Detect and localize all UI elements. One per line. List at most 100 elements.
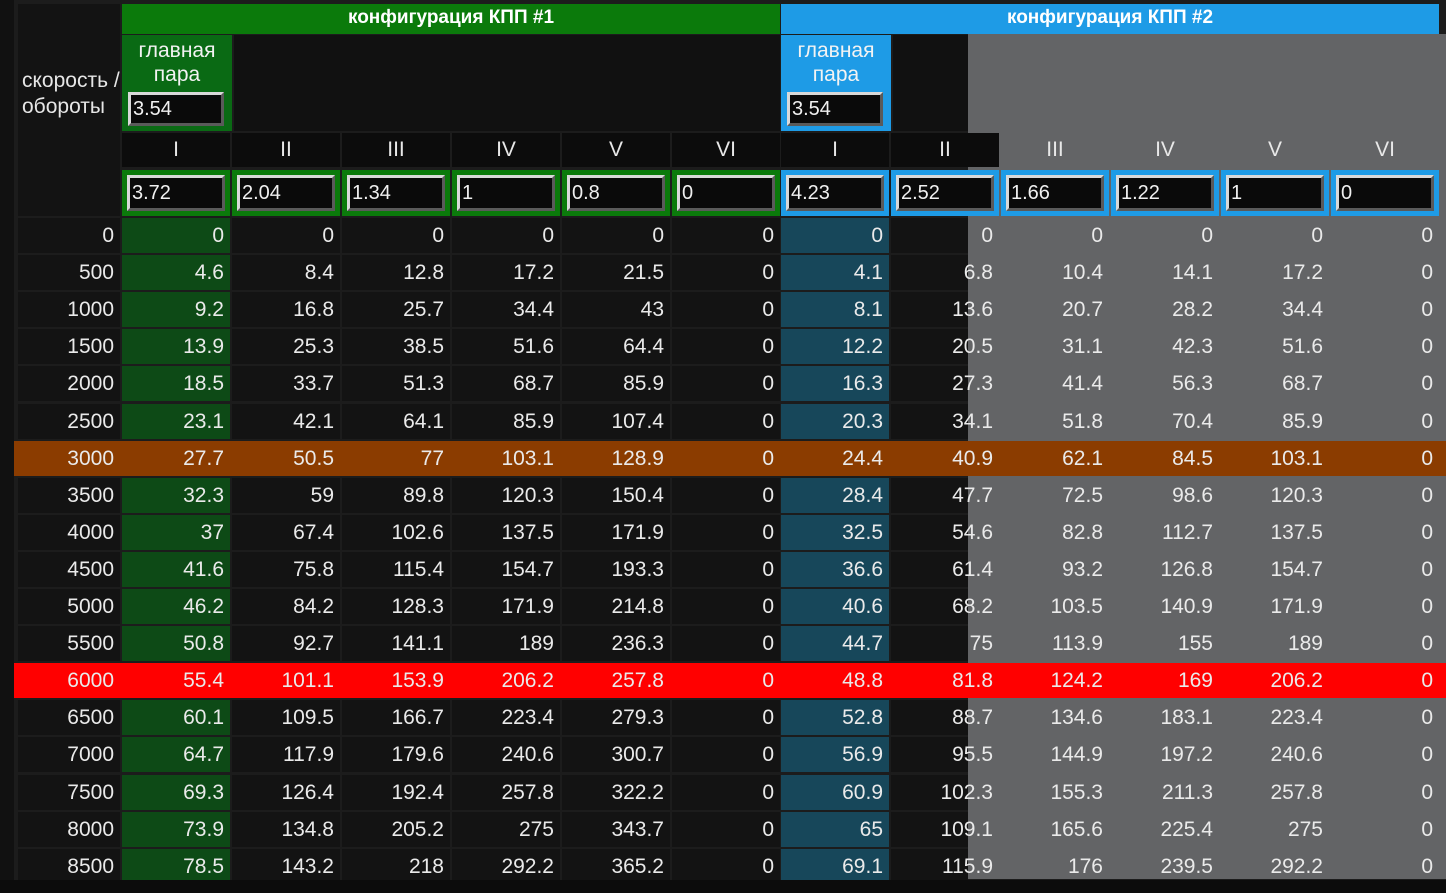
speed-cell: 12.2: [781, 329, 889, 364]
bottom-strip: [0, 880, 1446, 893]
config1-gear-3-ratio-input[interactable]: [347, 175, 445, 211]
rpm-cell: 6000: [67, 669, 114, 692]
config2-gear-2-ratio-cell: [891, 170, 999, 216]
speed-cell: 59: [232, 478, 340, 513]
rpm-cell: 3000: [67, 447, 114, 470]
speed-cell: 365.2: [562, 849, 670, 884]
config1-gear-4-label: IV: [452, 133, 560, 167]
config1-gear-6-ratio-cell: [672, 170, 780, 216]
speed-cell: 75.8: [232, 552, 340, 587]
speed-cell: 240.6: [1270, 743, 1323, 766]
config1-title: конфигурация КПП #1: [122, 4, 780, 34]
speed-cell: 143.2: [232, 849, 340, 884]
config1-final-drive-input[interactable]: [128, 92, 224, 126]
speed-cell: 31.1: [1062, 335, 1103, 358]
speed-cell: 109.5: [232, 700, 340, 735]
config1-gear-2-ratio-cell: [232, 170, 340, 216]
config2-gear-1-ratio-input[interactable]: [786, 175, 884, 211]
speed-cell: 0: [1421, 447, 1433, 470]
speed-cell: 0: [1421, 743, 1433, 766]
speed-cell: 32.3: [122, 478, 230, 513]
speed-cell: 0: [1421, 818, 1433, 841]
rpm-cell: 4500: [18, 552, 120, 587]
config2-gear-3-ratio-input[interactable]: [1006, 175, 1104, 211]
speed-cell: 206.2: [501, 669, 554, 692]
config2-gear-4-ratio-input[interactable]: [1116, 175, 1214, 211]
speed-cell: 120.3: [1270, 484, 1323, 507]
speed-cell: 34.1: [891, 404, 999, 439]
speed-cell: 16.3: [781, 366, 889, 401]
speed-cell: 61.4: [891, 552, 999, 587]
config2-final-drive-input[interactable]: [787, 92, 883, 126]
speed-cell: 27.7: [183, 447, 224, 470]
speed-cell: 257.8: [611, 669, 664, 692]
speed-cell: 171.9: [1270, 595, 1323, 618]
config1-gear-5-ratio-input[interactable]: [567, 175, 665, 211]
speed-cell: 0: [1421, 521, 1433, 544]
speed-cell: 0: [672, 478, 780, 513]
speed-cell: 46.2: [122, 589, 230, 624]
speed-cell: 155: [1177, 632, 1213, 655]
rpm-cell: 7500: [18, 775, 120, 810]
config1-gear-6-label: VI: [672, 133, 780, 167]
speed-cell: 89.8: [342, 478, 450, 513]
speed-cell: 34.4: [452, 292, 560, 327]
speed-cell: 141.1: [342, 626, 450, 661]
config1-gear-2-ratio-input[interactable]: [237, 175, 335, 211]
speed-cell: 300.7: [562, 737, 670, 772]
speed-rpm-label: скорость / обороты: [22, 69, 120, 118]
speed-cell: 322.2: [562, 775, 670, 810]
rpm-cell: 3500: [18, 478, 120, 513]
speed-cell: 8.4: [232, 255, 340, 290]
config2-final-drive-label: главная пара: [797, 39, 875, 86]
speed-cell: 0: [1421, 595, 1433, 618]
left-edge: [0, 0, 14, 893]
speed-cell: 128.3: [342, 589, 450, 624]
speed-cell: 60.9: [781, 775, 889, 810]
speed-cell: 126.4: [232, 775, 340, 810]
config1-gear-5-ratio-cell: [562, 170, 670, 216]
config1-gear-1-label: I: [122, 133, 230, 167]
speed-cell: 23.1: [122, 404, 230, 439]
rpm-cell: 5000: [18, 589, 120, 624]
speed-cell: 107.4: [562, 404, 670, 439]
speed-cell: 40.6: [781, 589, 889, 624]
speed-cell: 144.9: [1050, 743, 1103, 766]
speed-cell: 12.8: [342, 255, 450, 290]
speed-cell: 275: [1287, 818, 1323, 841]
speed-cell: 85.9: [562, 366, 670, 401]
config1-gear-6-ratio-input[interactable]: [677, 175, 775, 211]
speed-cell: 56.9: [781, 737, 889, 772]
speed-cell: 4.6: [122, 255, 230, 290]
speed-cell: 84.5: [1172, 447, 1213, 470]
config2-gear-6-ratio-input[interactable]: [1336, 175, 1434, 211]
speed-cell: 117.9: [232, 737, 340, 772]
speed-cell: 0: [1091, 224, 1103, 247]
config1-gear-4-ratio-input[interactable]: [457, 175, 555, 211]
speed-cell: 0: [452, 218, 560, 253]
speed-cell: 24.4: [842, 447, 883, 470]
speed-cell: 81.8: [952, 669, 993, 692]
speed-cell: 51.6: [1282, 335, 1323, 358]
config1-gear-1-ratio-input[interactable]: [127, 175, 225, 211]
speed-cell: 137.5: [452, 515, 560, 550]
speed-cell: 95.5: [891, 737, 999, 772]
speed-cell: 0: [1421, 669, 1433, 692]
speed-cell: 77: [420, 447, 444, 470]
speed-cell: 48.8: [842, 669, 883, 692]
speed-cell: 43: [562, 292, 670, 327]
speed-cell: 42.1: [232, 404, 340, 439]
config2-gear-5-ratio-input[interactable]: [1226, 175, 1324, 211]
speed-cell: 292.2: [1270, 855, 1323, 878]
speed-cell: 109.1: [891, 812, 999, 847]
speed-cell: 179.6: [342, 737, 450, 772]
config1-header-empty: [234, 35, 780, 131]
speed-cell: 0: [1421, 224, 1433, 247]
config2-gear-2-ratio-input[interactable]: [896, 175, 994, 211]
speed-cell: 211.3: [1162, 781, 1213, 804]
speed-cell: 52.8: [781, 700, 889, 735]
speed-cell: 47.7: [891, 478, 999, 513]
speed-cell: 85.9: [452, 404, 560, 439]
speed-cell: 55.4: [183, 669, 224, 692]
speed-cell: 153.9: [391, 669, 444, 692]
